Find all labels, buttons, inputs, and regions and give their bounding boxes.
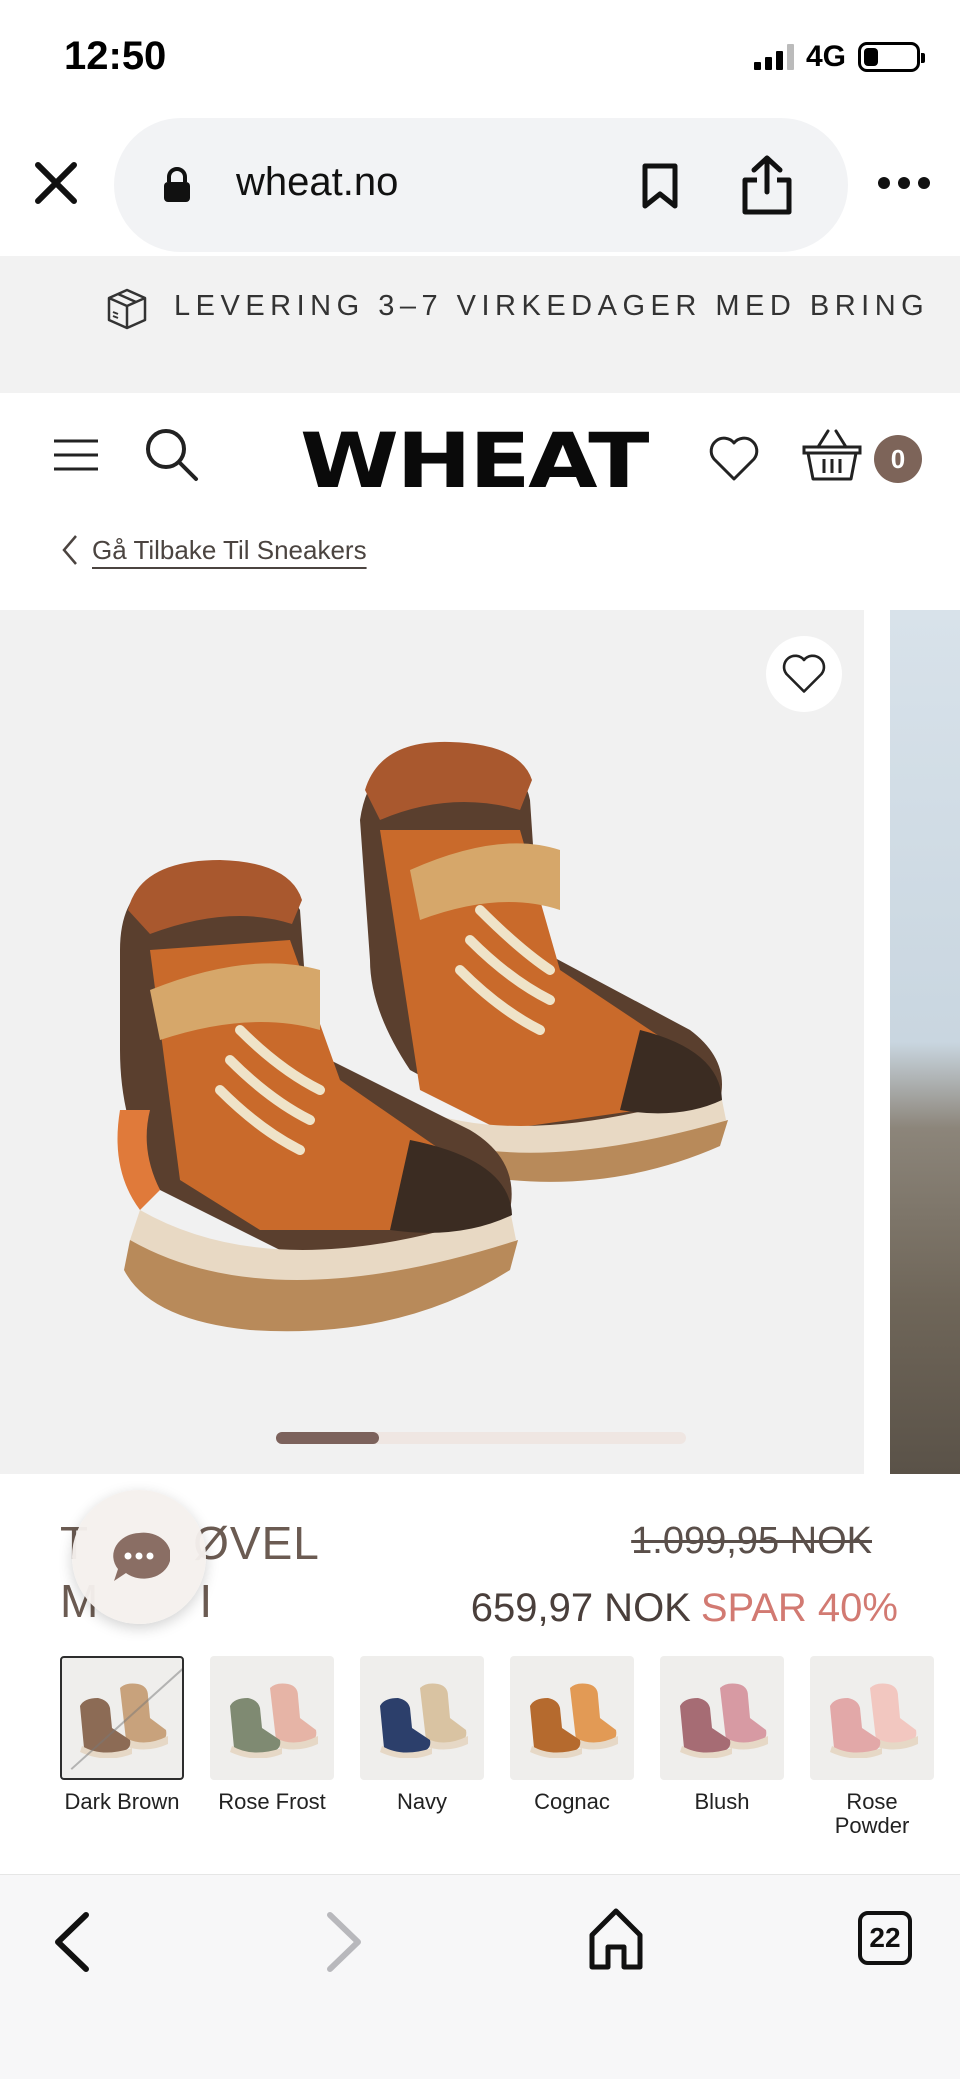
status-time: 12:50 <box>64 34 167 78</box>
chat-button[interactable] <box>72 1490 206 1624</box>
discount-label: SPAR 40% <box>700 1586 898 1630</box>
home-icon[interactable] <box>586 1905 646 1971</box>
tabs-button[interactable]: 22 <box>858 1911 912 1965</box>
search-icon[interactable] <box>144 427 200 483</box>
swatch-image <box>60 1656 184 1780</box>
title-line2-end: I <box>199 1575 214 1627</box>
wishlist-icon[interactable] <box>708 435 760 483</box>
original-price: 1.099,95 NOK <box>631 1520 872 1562</box>
more-icon[interactable] <box>876 173 932 193</box>
swatch-label: Navy <box>396 1789 448 1814</box>
gallery-progress-fill <box>276 1432 379 1444</box>
signal-icon <box>753 44 794 70</box>
address-bar[interactable]: wheat.no <box>114 118 848 252</box>
cart-count-badge[interactable]: 0 <box>874 435 922 483</box>
lock-icon <box>164 167 190 202</box>
delivery-text: LEVERING 3–7 VIRKEDAGER MED BRING <box>174 290 930 322</box>
sale-price: 659,97 NOK <box>470 1586 691 1630</box>
browser-bar: wheat.no <box>0 115 960 255</box>
swatch-image <box>510 1656 634 1780</box>
menu-icon[interactable] <box>52 437 100 473</box>
delivery-banner: LEVERING 3–7 VIRKEDAGER MED BRING <box>0 256 960 393</box>
back-to-sneakers-link[interactable]: Gå Tilbake Til Sneakers <box>60 530 367 570</box>
wheat-logo[interactable]: WHEAT <box>300 423 649 499</box>
package-icon <box>107 288 147 330</box>
product-gallery[interactable] <box>0 610 960 1474</box>
color-swatch[interactable]: Rose Frost <box>210 1656 334 1838</box>
close-icon[interactable] <box>28 155 84 211</box>
swatch-image <box>810 1656 934 1780</box>
color-swatch[interactable]: Blush <box>660 1656 784 1838</box>
next-image-peek[interactable] <box>890 610 960 1474</box>
basket-icon[interactable] <box>802 427 862 483</box>
product-info: TØVEL MI 1.099,95 NOK 659,97 NOKSPAR 40% <box>0 1474 960 1644</box>
swatch-image <box>660 1656 784 1780</box>
heart-icon <box>782 654 826 693</box>
boots-image <box>117 741 728 1332</box>
bookmark-icon[interactable] <box>640 162 680 210</box>
swatch-label: Rose Frost <box>218 1789 326 1814</box>
price-row: 659,97 NOK SPAR 40% <box>471 1586 898 1631</box>
color-swatch[interactable]: Navy <box>360 1656 484 1838</box>
site-header: WHEAT 0 <box>0 393 960 518</box>
gallery-progress <box>276 1432 686 1444</box>
color-swatch[interactable]: Dark Brown <box>60 1656 184 1838</box>
swatch-label: Blush <box>694 1789 750 1814</box>
color-swatches: Dark Brown Rose Frost Navy Cognac Blush Rose … <box>60 1656 940 1838</box>
swatch-label: Cognac <box>534 1789 610 1814</box>
color-swatch[interactable]: Cognac <box>510 1656 634 1838</box>
color-swatch[interactable]: Rose Powder <box>810 1656 934 1838</box>
url-text: wheat.no <box>236 160 399 204</box>
swatch-image <box>210 1656 334 1780</box>
share-icon[interactable] <box>740 154 794 216</box>
status-bar: 12:50 4G <box>0 0 960 115</box>
network-label: 4G <box>805 40 846 73</box>
product-image[interactable] <box>0 610 864 1474</box>
chat-icon <box>113 1532 170 1581</box>
swatch-label: Rose Powder <box>834 1789 910 1838</box>
battery-icon <box>858 42 925 72</box>
swatch-label: Dark Brown <box>64 1789 180 1814</box>
title-line1-end: ØVEL <box>193 1517 320 1569</box>
swatch-image <box>360 1656 484 1780</box>
back-link-label: Gå Tilbake Til Sneakers <box>92 534 367 565</box>
status-indicators: 4G <box>753 40 925 74</box>
browser-toolbar: 22 <box>0 1874 960 2079</box>
forward-icon[interactable] <box>322 1909 366 1975</box>
chevron-left-icon <box>62 535 77 565</box>
back-icon[interactable] <box>50 1909 94 1975</box>
favorite-button[interactable] <box>766 636 842 712</box>
